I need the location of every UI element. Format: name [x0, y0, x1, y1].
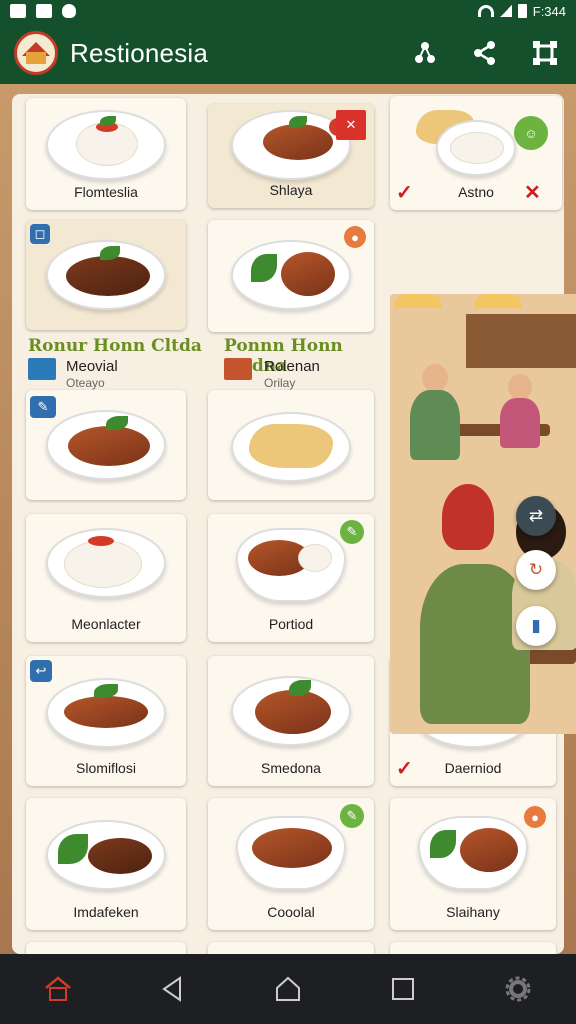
settings-button[interactable] — [495, 966, 541, 1012]
dish-image — [46, 820, 166, 890]
system-nav-bar — [0, 954, 576, 1024]
menu-card-flomteslia[interactable]: Flomteslia — [26, 98, 186, 210]
app-title: Restionesia — [70, 37, 209, 68]
menu-card-5-lower[interactable] — [208, 390, 374, 500]
promo-title: Ronur Honn Cltda — [28, 336, 202, 356]
menu-card-portiod[interactable]: ✎ Portiod — [208, 514, 374, 642]
menu-card-imdafeken[interactable]: Imdafeken — [26, 798, 186, 930]
status-time: F:344 — [532, 3, 566, 19]
recents-icon — [392, 978, 415, 1000]
swap-icon: ⇄ — [528, 506, 544, 525]
dish-image — [46, 110, 166, 180]
menu-card-shlaya[interactable]: ✕ Shlaya — [208, 104, 374, 208]
dish-name: Flomteslia — [74, 184, 138, 200]
dish-image — [231, 412, 351, 482]
menu-card-cooolal[interactable]: ✎ Cooolal — [208, 798, 374, 930]
info-icon: ▮ — [531, 616, 541, 635]
tag-icon: ◻ — [30, 224, 50, 244]
promo-subtitle: Oteayo — [66, 376, 105, 390]
menu-card-partial[interactable] — [26, 942, 186, 954]
dish-name: Slaihany — [446, 904, 500, 920]
menu-card-astno[interactable]: ☺ ✓ ✕ Astno — [390, 96, 562, 210]
menu-card-slomiflosi[interactable]: ↩ Slomiflosi — [26, 656, 186, 786]
expand-icon — [533, 41, 557, 65]
dish-name: Daerniod — [444, 760, 502, 776]
dish-name: Imdafeken — [73, 904, 139, 920]
share-icon — [474, 41, 495, 65]
connect-icon — [415, 42, 435, 63]
promo-name: Rolenan — [264, 358, 320, 375]
back-icon — [162, 976, 181, 1002]
promo-subtitle: Orilay — [264, 376, 296, 390]
veg-icon: ✎ — [340, 520, 364, 544]
menu-card-4-lower[interactable]: ✎ — [26, 390, 186, 500]
menu-card-smedona[interactable]: Smedona — [208, 656, 374, 786]
signal-icon — [499, 5, 512, 17]
app-logo[interactable] — [14, 31, 58, 75]
gear-icon — [505, 976, 531, 1002]
expand-button[interactable] — [528, 36, 562, 70]
menu-card-partial[interactable] — [390, 942, 556, 954]
home-app-button[interactable] — [35, 966, 81, 1012]
spicy-icon: ● — [344, 226, 366, 248]
menu-card-5[interactable]: ● — [208, 220, 374, 332]
dish-image — [231, 676, 351, 746]
refresh-button[interactable]: ↻ — [516, 550, 556, 590]
promo-name: Meovial — [66, 358, 118, 375]
dish-image — [418, 816, 528, 890]
dish-image — [231, 110, 351, 180]
battery-icon — [517, 4, 527, 18]
dish-name: Shlaya — [269, 182, 313, 198]
menu-card-4[interactable]: ◻ — [26, 220, 186, 330]
notification-icon — [10, 4, 26, 18]
veg-icon: ✎ — [340, 804, 364, 828]
tag-icon: ↩ — [30, 660, 52, 682]
home-button[interactable] — [265, 966, 311, 1012]
dish-name: Portiod — [268, 616, 314, 632]
tag-icon: ✎ — [30, 396, 56, 418]
menu-card-meonlacter[interactable]: Meonlacter — [26, 514, 186, 642]
wifi-icon — [477, 5, 494, 17]
tag-icon: ✕ — [336, 110, 366, 140]
menu-content[interactable]: Flomteslia ✕ Shlaya ☺ ✓ ✕ Astno ◻ ● Ronu… — [0, 84, 576, 954]
dish-image — [231, 240, 351, 310]
refresh-icon: ↻ — [528, 560, 544, 579]
home-icon — [275, 976, 300, 1001]
notification-icons — [10, 4, 76, 18]
share-button[interactable] — [468, 36, 502, 70]
promo-icon — [224, 358, 252, 380]
dish-image — [46, 528, 166, 598]
menu-card-partial[interactable] — [208, 942, 374, 954]
dish-image — [236, 816, 346, 890]
swap-button[interactable]: ⇄ — [516, 496, 556, 536]
connect-button[interactable] — [408, 36, 442, 70]
back-button[interactable] — [150, 966, 196, 1012]
info-button[interactable]: ▮ — [516, 606, 556, 646]
dish-name: Meonlacter — [71, 616, 141, 632]
dish-name: Astno — [458, 184, 494, 200]
app-bar: Restionesia — [0, 22, 576, 84]
dish-image — [46, 678, 166, 748]
dish-name: Cooolal — [267, 904, 315, 920]
dish-image — [46, 240, 166, 310]
heart-icon — [62, 4, 76, 18]
dish-image — [236, 528, 346, 602]
spicy-icon: ● — [524, 806, 546, 828]
dish-name: Smedona — [261, 760, 321, 776]
menu-card-slaihany[interactable]: ● Slaihany — [390, 798, 556, 930]
dish-image — [436, 120, 516, 176]
gallery-icon — [36, 4, 52, 18]
status-bar: F:344 — [0, 0, 576, 22]
house-icon — [44, 976, 71, 1001]
dish-name: Slomiflosi — [76, 760, 136, 776]
promo-icon — [28, 358, 56, 380]
recents-button[interactable] — [380, 966, 426, 1012]
dish-image — [46, 410, 166, 480]
veg-icon: ☺ — [514, 116, 548, 150]
